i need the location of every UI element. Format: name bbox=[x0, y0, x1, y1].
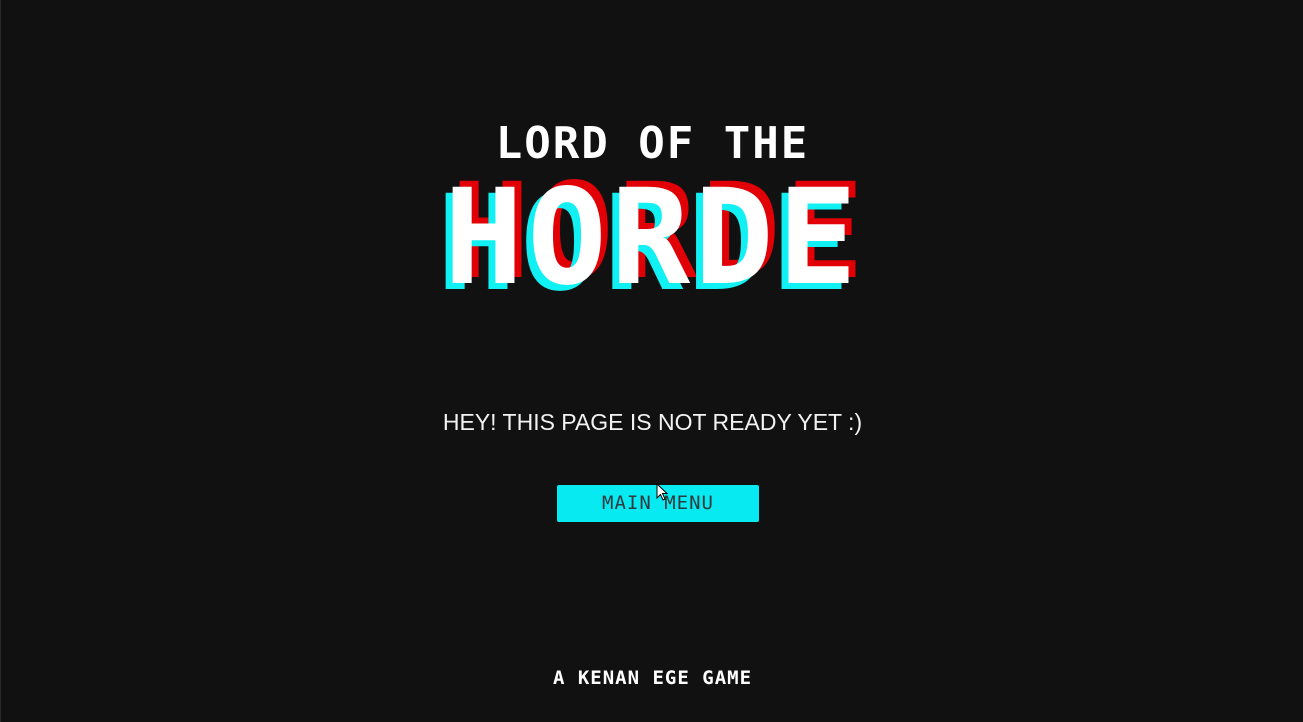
game-title-main-word: HORDE bbox=[443, 161, 862, 315]
not-ready-screen: LORD OF THE HORDE HEY! THIS PAGE IS NOT … bbox=[0, 0, 1303, 722]
mouse-pointer-icon bbox=[656, 483, 668, 501]
not-ready-message: HEY! THIS PAGE IS NOT READY YET :) bbox=[442, 409, 863, 435]
game-credit: A KENAN EGE GAME bbox=[552, 667, 753, 689]
